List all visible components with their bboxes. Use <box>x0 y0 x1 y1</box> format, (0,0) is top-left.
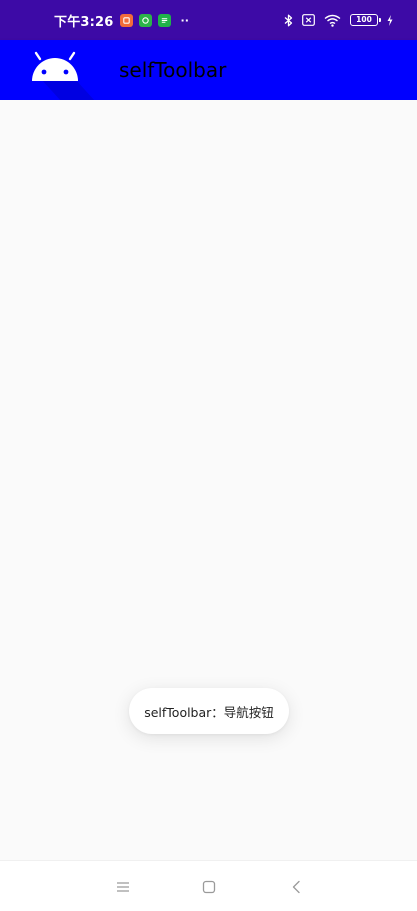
status-time: 下午3:26 <box>54 14 114 30</box>
system-navigation-bar <box>0 860 417 911</box>
toolbar: selfToolbar <box>0 40 417 101</box>
status-left-group: 下午3:26 ·· <box>54 0 189 40</box>
toast-message: selfToolbar：导航按钮 <box>129 688 289 734</box>
sim-disabled-icon <box>302 14 315 26</box>
wifi-icon <box>324 14 341 27</box>
status-right-group: 100 <box>284 0 393 40</box>
green-app-icon-2 <box>157 13 171 27</box>
menu-button[interactable] <box>110 874 136 900</box>
more-notifications-dots: ·· <box>180 13 189 27</box>
orange-app-icon <box>119 13 133 27</box>
home-button[interactable] <box>196 874 222 900</box>
status-bar: 下午3:26 ·· 100 <box>0 0 417 40</box>
back-icon <box>292 880 300 894</box>
green-app-icon <box>138 13 152 27</box>
charging-icon <box>387 14 393 26</box>
navigation-button[interactable] <box>29 49 97 101</box>
bluetooth-icon <box>284 14 293 27</box>
back-button[interactable] <box>283 874 309 900</box>
menu-icon <box>117 882 129 892</box>
battery-icon: 100 <box>350 14 381 26</box>
main-content <box>0 100 417 860</box>
home-icon <box>202 880 216 894</box>
android-logo-icon <box>32 51 95 101</box>
battery-level: 100 <box>356 15 372 25</box>
toolbar-title: selfToolbar <box>119 58 227 82</box>
